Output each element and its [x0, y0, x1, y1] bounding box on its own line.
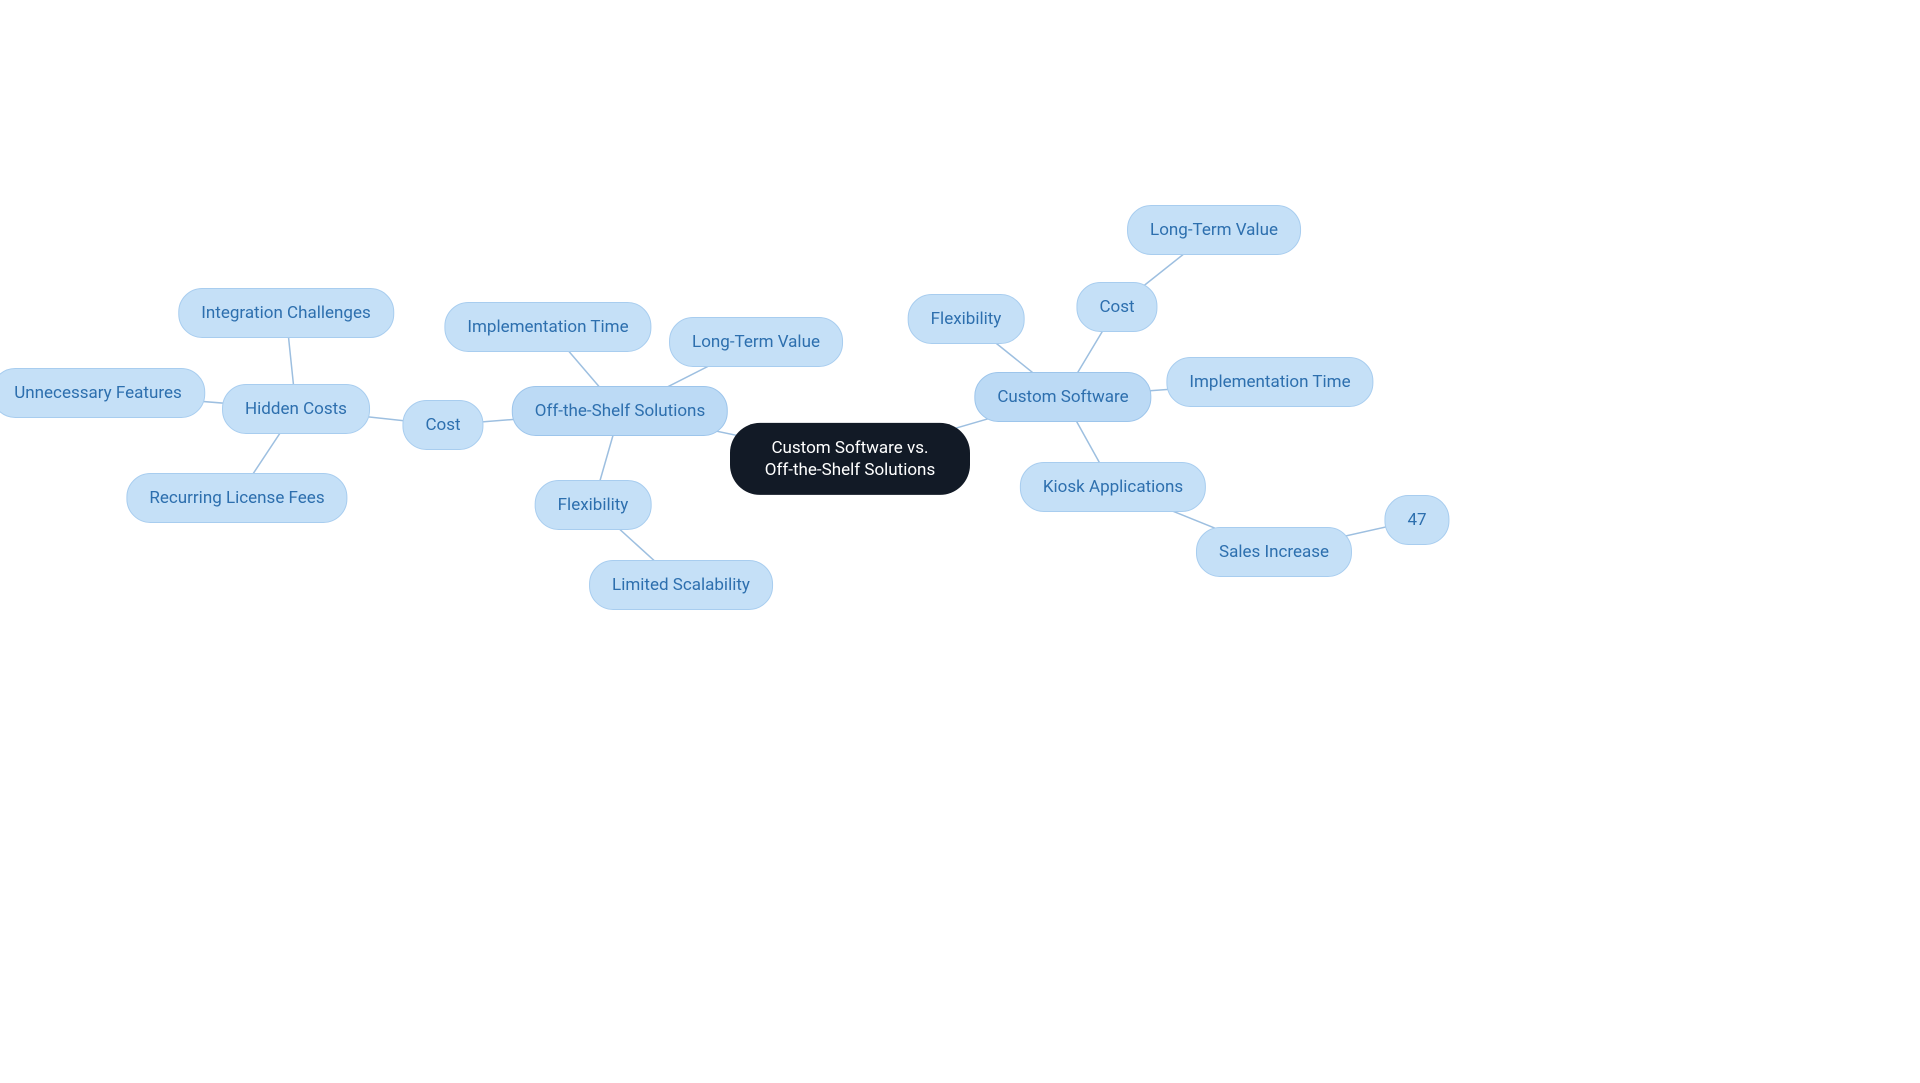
- node-n47[interactable]: 47: [1384, 495, 1449, 545]
- node-custom[interactable]: Custom Software: [974, 372, 1151, 422]
- node-cs_impl[interactable]: Implementation Time: [1166, 357, 1373, 407]
- node-ots_ltv[interactable]: Long-Term Value: [669, 317, 843, 367]
- node-unfeat[interactable]: Unnecessary Features: [0, 368, 205, 418]
- node-sales[interactable]: Sales Increase: [1196, 527, 1352, 577]
- node-root[interactable]: Custom Software vs.Off-the-Shelf Solutio…: [730, 423, 970, 495]
- node-ots_impl[interactable]: Implementation Time: [444, 302, 651, 352]
- node-cs_ltv[interactable]: Long-Term Value: [1127, 205, 1301, 255]
- edge-layer: [0, 0, 1920, 1083]
- node-kiosk[interactable]: Kiosk Applications: [1020, 462, 1206, 512]
- node-ots_scale[interactable]: Limited Scalability: [589, 560, 773, 610]
- mindmap-canvas: Custom Software vs.Off-the-Shelf Solutio…: [0, 0, 1920, 1083]
- node-hidden[interactable]: Hidden Costs: [222, 384, 370, 434]
- node-cs_cost[interactable]: Cost: [1076, 282, 1157, 332]
- node-offshelf[interactable]: Off-the-Shelf Solutions: [512, 386, 728, 436]
- node-integ[interactable]: Integration Challenges: [178, 288, 394, 338]
- node-cs_flex[interactable]: Flexibility: [908, 294, 1025, 344]
- node-ots_flex[interactable]: Flexibility: [535, 480, 652, 530]
- node-ots_cost[interactable]: Cost: [402, 400, 483, 450]
- node-recfee[interactable]: Recurring License Fees: [126, 473, 347, 523]
